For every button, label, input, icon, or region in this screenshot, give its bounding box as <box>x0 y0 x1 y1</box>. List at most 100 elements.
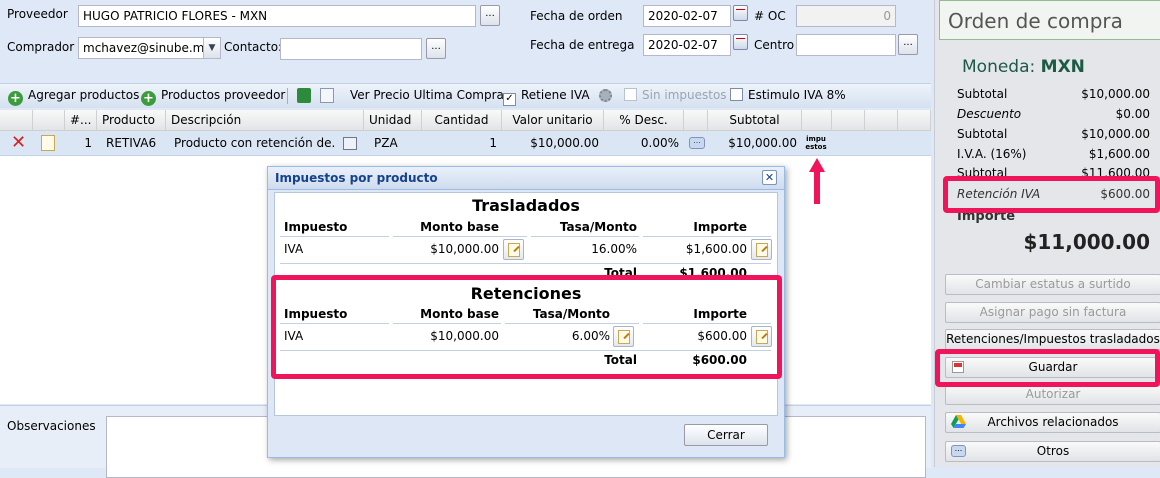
grid-col-cantidad[interactable]: Cantidad <box>422 110 502 130</box>
row-unidad: PZA <box>374 136 398 150</box>
add-icon: + <box>141 91 156 106</box>
autorizar-button: Autorizar <box>945 384 1160 405</box>
productos-proveedor-label: Productos proveedor <box>161 88 286 102</box>
product-detail-icon[interactable] <box>343 137 357 150</box>
agregar-productos-button[interactable]: + Agregar productos <box>8 88 139 106</box>
more-options-icon[interactable]: ... <box>689 137 705 149</box>
total-row: I.V.A. (16%) $1,600.00 <box>957 147 1150 161</box>
grid-col-num[interactable]: #... <box>65 110 97 130</box>
row-producto: RETIVA6 <box>106 136 157 150</box>
close-icon[interactable]: ✕ <box>762 170 777 185</box>
column-header: Impuesto <box>284 220 348 234</box>
centro-label: Centro <box>754 38 795 52</box>
comprador-label: Comprador <box>7 40 75 54</box>
row-subtotal: $10,000.00 <box>728 136 797 150</box>
row-num: 1 <box>84 136 92 150</box>
grid-col-valor-unitario[interactable]: Valor unitario <box>502 110 604 130</box>
estimulo-iva-label: Estimulo IVA 8% <box>748 88 846 102</box>
moneda: Moneda: MXN <box>962 57 1085 77</box>
dialog-header: Impuestos por producto ✕ <box>268 167 784 190</box>
highlight-retencion-iva <box>943 176 1160 213</box>
checkbox-icon <box>730 88 743 101</box>
agregar-productos-label: Agregar productos <box>28 88 140 102</box>
retenciones-impuestos-button[interactable]: Retenciones/Impuestos trasladados <box>945 329 1160 350</box>
google-drive-icon <box>951 415 966 429</box>
moneda-value: MXN <box>1040 57 1085 77</box>
ver-precio-ultima-compra-button[interactable]: Ver Precio Ultima Compra <box>350 88 504 102</box>
contacto-lookup-button[interactable]: ... <box>426 38 446 59</box>
column-header: Importe <box>693 220 747 234</box>
trasladados-importe: $1,600.00 <box>685 242 747 256</box>
total-row: Subtotal $10,000.00 <box>957 87 1150 101</box>
asignar-pago-button: Asignar pago sin factura <box>945 302 1160 323</box>
observaciones-label: Observaciones <box>7 419 96 433</box>
trasladados-title: Trasladados <box>472 196 580 215</box>
grid-col-options <box>684 110 708 130</box>
column-header: Tasa/Monto <box>559 220 637 234</box>
edit-icon[interactable] <box>503 239 524 260</box>
impuestos-icon[interactable]: impu estos <box>805 135 827 151</box>
gear-icon[interactable] <box>599 89 612 102</box>
sin-impuestos-label: Sin impuestos <box>642 88 727 102</box>
separator <box>287 88 288 104</box>
grid-col-subtotal[interactable]: Subtotal <box>708 110 802 130</box>
fecha-entrega-label: Fecha de entrega <box>530 38 635 52</box>
proveedor-label: Proveedor <box>7 7 68 21</box>
trasladados-impuesto: IVA <box>284 242 304 256</box>
proveedor-lookup-button[interactable]: ... <box>480 5 500 26</box>
grid-col-unidad[interactable]: Unidad <box>364 110 422 130</box>
panel-title: Orden de compra <box>939 0 1160 40</box>
fecha-entrega-field[interactable]: 2020-02-07 <box>643 34 731 56</box>
grid-header: #... Producto Descripción Unidad Cantida… <box>0 110 931 131</box>
highlight-guardar <box>935 349 1160 387</box>
checkbox-checked-icon: ✓ <box>503 93 516 106</box>
comprador-select[interactable]: mchavez@sinube.m <box>78 37 204 59</box>
trasladados-monto-base: $10,000.00 <box>430 242 499 256</box>
delete-icon[interactable]: ✕ <box>6 131 28 155</box>
add-icon: + <box>8 91 23 106</box>
contacto-label: Contacto: <box>224 40 283 54</box>
column-header: Monto base <box>420 220 499 234</box>
row-cantidad: 1 <box>489 136 497 150</box>
contacto-field[interactable] <box>280 38 422 60</box>
retiene-iva-label: Retiene IVA <box>521 88 590 102</box>
row-descuento: 0.00% <box>640 136 679 150</box>
grid-col-extra <box>865 110 898 130</box>
importe-value: $11,000.00 <box>1023 230 1150 254</box>
edit-icon[interactable] <box>751 239 772 260</box>
checkbox-icon <box>624 88 637 101</box>
row-valor-unitario: $10,000.00 <box>530 136 599 150</box>
retiene-iva-checkbox[interactable]: ✓ Retiene IVA <box>503 88 590 106</box>
highlight-retenciones <box>271 275 782 379</box>
calendar-icon[interactable] <box>733 5 748 21</box>
row-descripcion: Producto con retención de... <box>174 136 334 150</box>
grid-col-descripcion[interactable]: Descripción <box>166 110 364 130</box>
table-row[interactable]: ✕ 1 RETIVA6 Producto con retención de...… <box>0 131 931 156</box>
otros-label: Otros <box>1036 444 1070 458</box>
centro-field[interactable] <box>796 34 896 56</box>
grid-col-descuento[interactable]: % Desc. <box>604 110 684 130</box>
sin-impuestos-checkbox: Sin impuestos <box>624 88 727 102</box>
fecha-orden-field[interactable]: 2020-02-07 <box>643 5 731 27</box>
more-options-icon: ... <box>951 445 966 457</box>
estimulo-iva-checkbox[interactable]: Estimulo IVA 8% <box>730 88 846 102</box>
grid-col-edit <box>33 110 65 130</box>
centro-lookup-button[interactable]: ... <box>898 34 918 55</box>
otros-button[interactable]: ... Otros <box>945 441 1160 462</box>
copy-icon[interactable] <box>320 88 334 103</box>
edit-icon[interactable] <box>41 135 55 151</box>
dialog-title: Impuestos por producto <box>275 171 438 185</box>
grid-col-extra <box>898 110 931 130</box>
product-toolbar: + Agregar productos + Productos proveedor … <box>0 83 931 108</box>
archivos-label: Archivos relacionados <box>987 415 1119 429</box>
archivos-relacionados-button[interactable]: Archivos relacionados <box>945 412 1160 433</box>
cerrar-button[interactable]: Cerrar <box>684 424 768 446</box>
chevron-down-icon[interactable]: ▼ <box>203 37 221 59</box>
calendar-icon[interactable] <box>733 34 748 50</box>
productos-proveedor-button[interactable]: + Productos proveedor <box>141 88 285 106</box>
grid-col-producto[interactable]: Producto <box>97 110 166 130</box>
cambiar-estatus-button: Cambiar estatus a surtido <box>945 274 1160 295</box>
proveedor-field[interactable]: HUGO PATRICIO FLORES - MXN <box>78 5 476 27</box>
grid-col-impuestos <box>802 110 832 130</box>
excel-icon[interactable] <box>297 88 311 103</box>
